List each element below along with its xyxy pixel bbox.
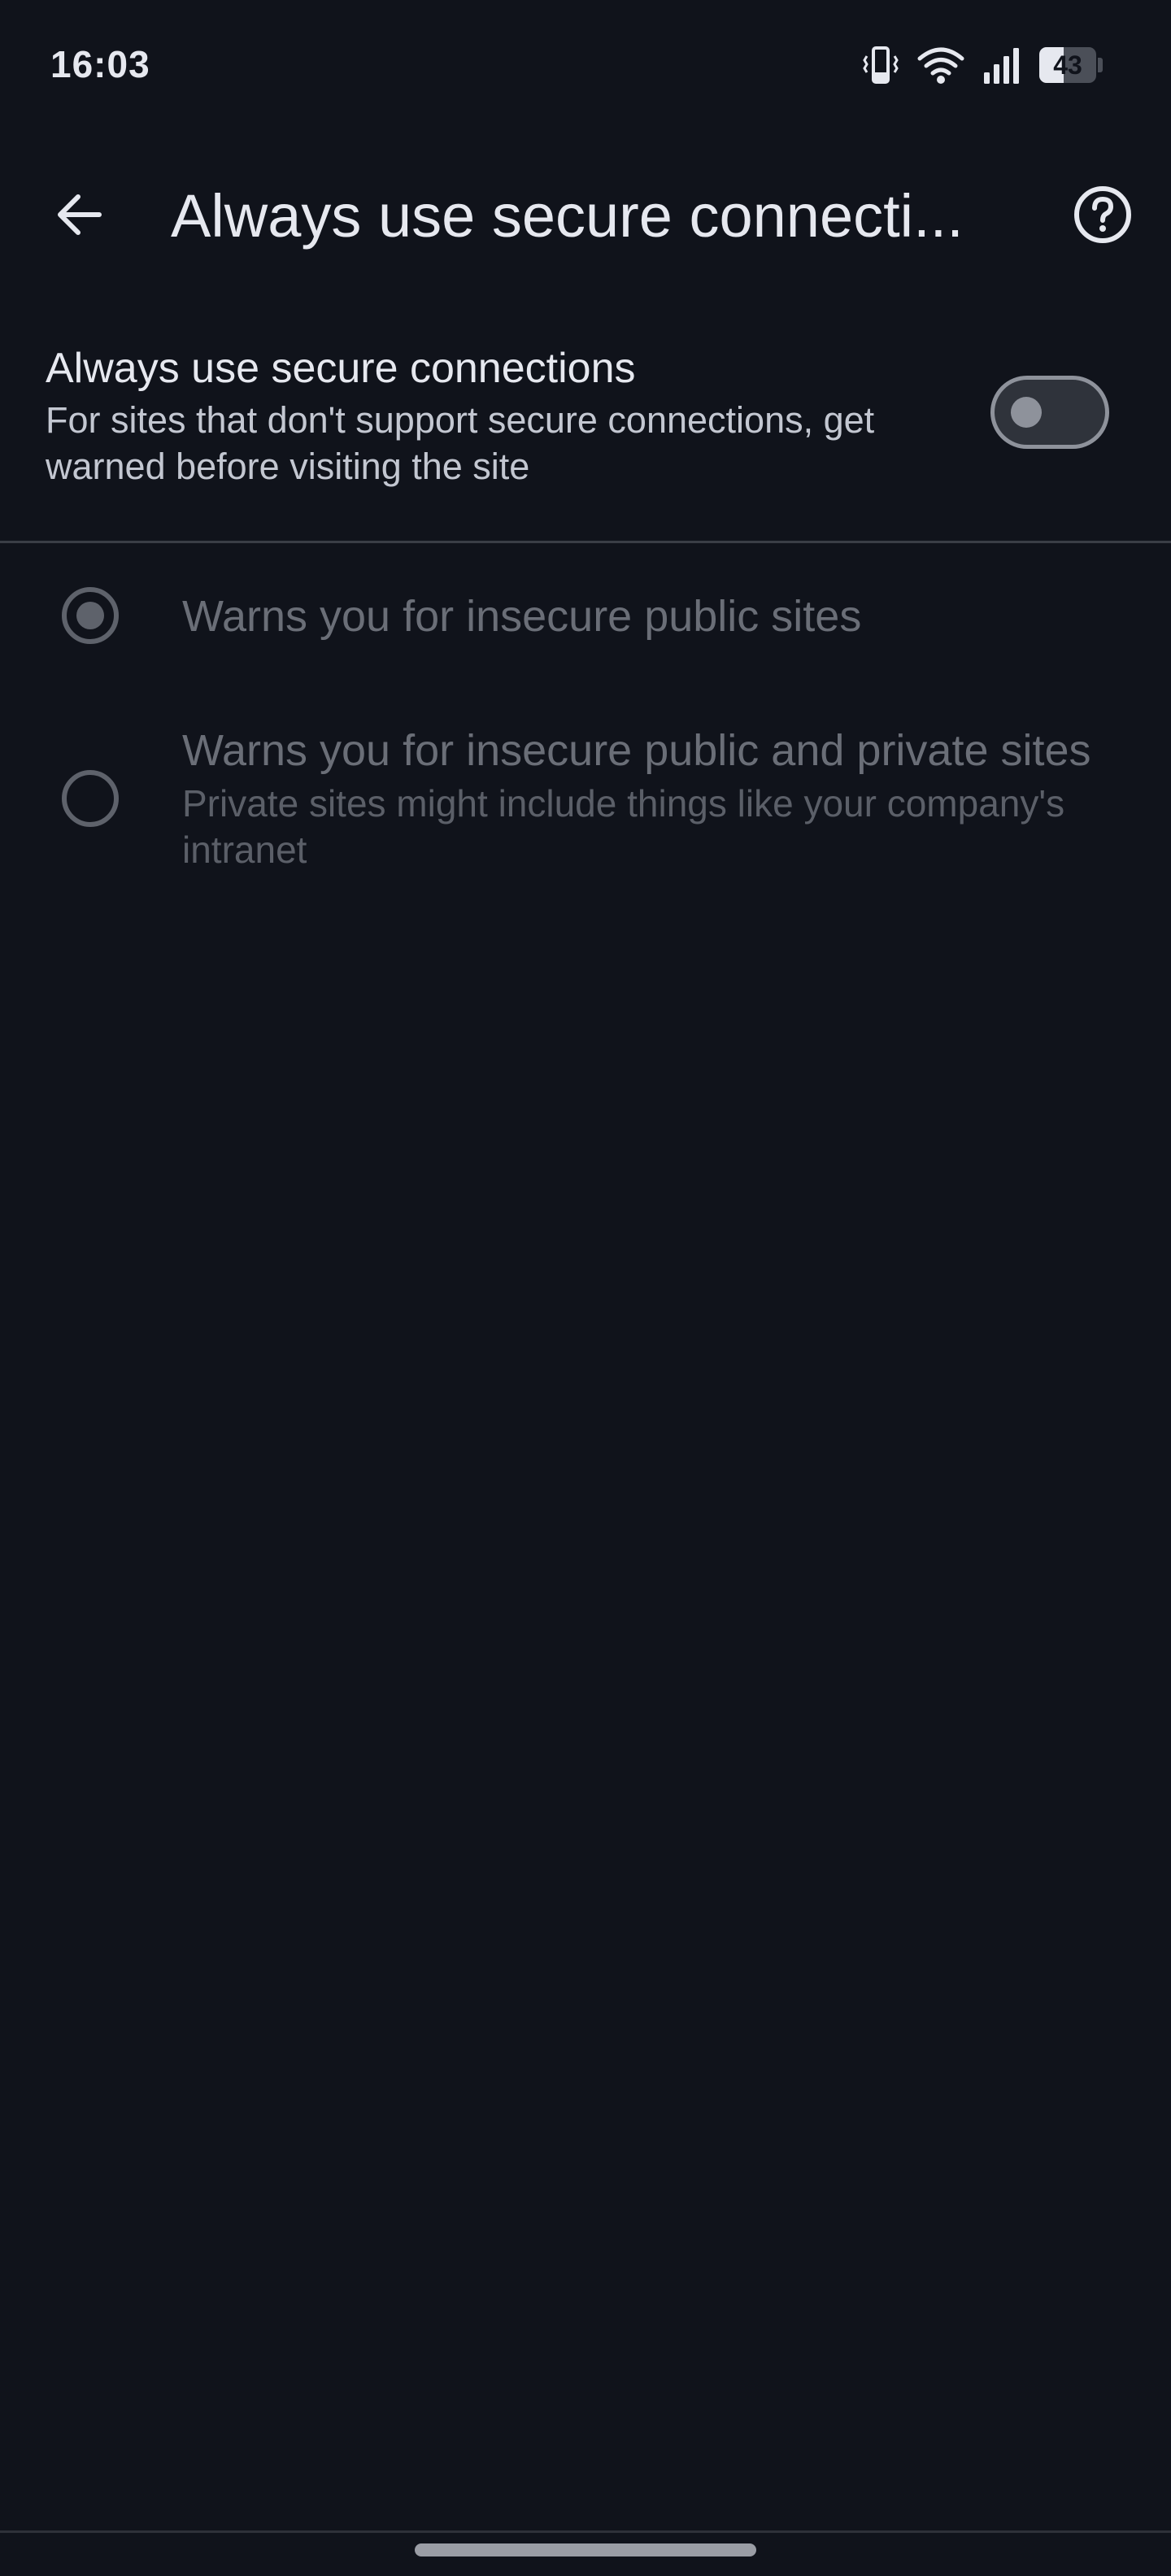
status-bar: 16:03 43 — [0, 0, 1171, 130]
radio-selected-dot — [76, 602, 104, 629]
signal-icon — [982, 46, 1021, 84]
toggle-thumb — [1011, 397, 1042, 428]
setting-summary: For sites that don't support secure conn… — [46, 399, 875, 487]
top-app-bar: Always use secure connecti... — [0, 146, 1171, 276]
secure-connections-toggle[interactable] — [990, 376, 1109, 449]
help-icon — [1073, 185, 1133, 249]
radio-button-public[interactable] — [62, 587, 119, 644]
gesture-handle[interactable] — [415, 2543, 756, 2556]
battery-level: 43 — [1053, 50, 1082, 80]
status-time: 16:03 — [50, 43, 150, 85]
arrow-back-icon — [54, 189, 106, 245]
battery-icon: 43 — [1039, 47, 1103, 83]
vibrate-icon — [862, 45, 899, 85]
radio-label-public-private: Warns you for insecure public and privat… — [182, 726, 1091, 775]
radio-summary-public-private: Private sites might include things like … — [182, 782, 1065, 871]
wifi-icon — [917, 46, 964, 85]
page-title: Always use secure connecti... — [171, 182, 964, 250]
setting-title: Always use secure connections — [46, 345, 636, 392]
radio-option-public[interactable]: Warns you for insecure public sites — [0, 569, 1171, 667]
back-button[interactable] — [41, 177, 119, 255]
radio-button-public-private[interactable] — [62, 770, 119, 827]
nav-bar-divider — [0, 2530, 1171, 2533]
radio-option-public-private[interactable]: Warns you for insecure public and privat… — [0, 716, 1171, 894]
status-icons: 43 — [862, 42, 1103, 88]
radio-label-public: Warns you for insecure public sites — [182, 592, 862, 641]
divider — [0, 541, 1171, 543]
help-button[interactable] — [1064, 177, 1142, 255]
secure-connections-setting[interactable]: Always use secure connections For sites … — [0, 325, 1171, 542]
